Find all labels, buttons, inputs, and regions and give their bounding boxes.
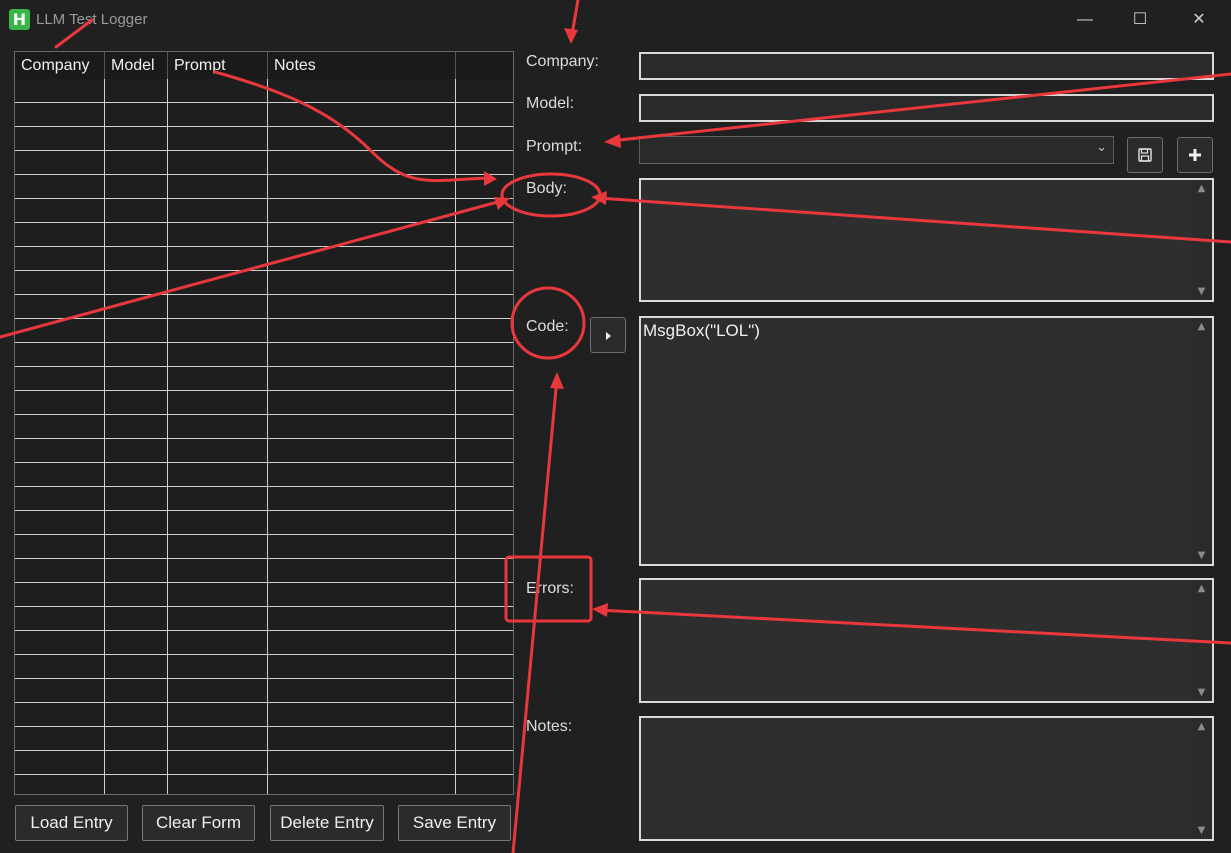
company-input[interactable]: [639, 52, 1214, 80]
table-row[interactable]: [15, 175, 513, 199]
table-row[interactable]: [15, 535, 513, 559]
body-label: Body:: [526, 180, 567, 197]
model-label: Model:: [526, 95, 575, 112]
table-row[interactable]: [15, 415, 513, 439]
notes-scrollbar[interactable]: ▲ ▼: [1191, 718, 1212, 839]
table-row[interactable]: [15, 607, 513, 631]
delete-entry-button[interactable]: Delete Entry: [270, 805, 384, 841]
table-row[interactable]: [15, 559, 513, 583]
code-label: Code:: [526, 318, 569, 335]
table-row[interactable]: [15, 319, 513, 343]
title-bar: H LLM Test Logger — ☐ ✕: [0, 0, 1231, 40]
code-text: MsgBox("LOL"): [643, 321, 760, 340]
maximize-button[interactable]: ☐: [1117, 5, 1163, 35]
save-prompt-button[interactable]: [1127, 137, 1163, 173]
prompt-select[interactable]: ⌄: [639, 136, 1114, 164]
notes-textarea[interactable]: ▲ ▼: [639, 716, 1214, 841]
annotation-arrowhead: [591, 191, 607, 205]
table-row[interactable]: [15, 367, 513, 391]
column-header-prompt[interactable]: Prompt: [168, 52, 268, 79]
chevron-down-icon: ⌄: [1096, 140, 1107, 155]
minimize-button[interactable]: —: [1062, 5, 1108, 35]
notes-label: Notes:: [526, 718, 573, 735]
table-row[interactable]: [15, 199, 513, 223]
column-divider: [167, 79, 168, 794]
table-row[interactable]: [15, 679, 513, 703]
column-divider: [267, 79, 268, 794]
load-entry-button[interactable]: Load Entry: [15, 805, 128, 841]
model-input[interactable]: [639, 94, 1214, 122]
table-row[interactable]: [15, 151, 513, 175]
play-icon: [606, 332, 611, 340]
scroll-down-icon[interactable]: ▼: [1191, 687, 1212, 698]
table-row[interactable]: [15, 391, 513, 415]
annotation-arrowhead: [592, 603, 608, 617]
table-row[interactable]: [15, 631, 513, 655]
table-row[interactable]: [15, 703, 513, 727]
plus-icon: [1189, 149, 1201, 161]
code-scrollbar[interactable]: ▲ ▼: [1191, 318, 1212, 564]
window-title: LLM Test Logger: [36, 11, 148, 28]
table-row[interactable]: [15, 79, 513, 103]
table-row[interactable]: [15, 727, 513, 751]
table-row[interactable]: [15, 583, 513, 607]
save-entry-button[interactable]: Save Entry: [398, 805, 511, 841]
column-divider: [455, 79, 456, 794]
table-row[interactable]: [15, 463, 513, 487]
table-row[interactable]: [15, 127, 513, 151]
scroll-up-icon[interactable]: ▲: [1191, 321, 1212, 332]
column-header-model[interactable]: Model: [105, 52, 168, 79]
list-header: Company Model Prompt Notes: [15, 52, 513, 79]
table-row[interactable]: [15, 343, 513, 367]
floppy-disk-icon: [1138, 148, 1152, 162]
errors-scrollbar[interactable]: ▲ ▼: [1191, 580, 1212, 701]
scroll-up-icon[interactable]: ▲: [1191, 583, 1212, 594]
list-rows: [15, 79, 513, 794]
column-header-company[interactable]: Company: [15, 52, 105, 79]
close-button[interactable]: ✕: [1176, 5, 1222, 35]
table-row[interactable]: [15, 511, 513, 535]
table-row[interactable]: [15, 655, 513, 679]
clear-form-button[interactable]: Clear Form: [142, 805, 255, 841]
column-divider: [104, 79, 105, 794]
annotation-arrowhead: [604, 134, 621, 148]
scroll-down-icon[interactable]: ▼: [1191, 550, 1212, 561]
errors-label: Errors:: [526, 580, 574, 597]
table-row[interactable]: [15, 271, 513, 295]
table-row[interactable]: [15, 247, 513, 271]
annotation-arrow: [511, 376, 559, 853]
annotation-arrowhead: [550, 372, 564, 389]
code-textarea[interactable]: MsgBox("LOL") ▲ ▼: [639, 316, 1214, 566]
body-scrollbar[interactable]: ▲ ▼: [1191, 180, 1212, 300]
app-icon: H: [9, 9, 30, 30]
table-row[interactable]: [15, 103, 513, 127]
scroll-down-icon[interactable]: ▼: [1191, 825, 1212, 836]
column-header-notes[interactable]: Notes: [268, 52, 456, 79]
scroll-down-icon[interactable]: ▼: [1191, 286, 1212, 297]
run-code-button[interactable]: [590, 317, 626, 353]
scroll-up-icon[interactable]: ▲: [1191, 183, 1212, 194]
table-row[interactable]: [15, 295, 513, 319]
table-row[interactable]: [15, 223, 513, 247]
scroll-up-icon[interactable]: ▲: [1191, 721, 1212, 732]
errors-textarea[interactable]: ▲ ▼: [639, 578, 1214, 703]
body-textarea[interactable]: ▲ ▼: [639, 178, 1214, 302]
company-label: Company:: [526, 53, 599, 70]
entries-list[interactable]: Company Model Prompt Notes: [14, 51, 514, 795]
table-row[interactable]: [15, 439, 513, 463]
table-row[interactable]: [15, 751, 513, 775]
add-prompt-button[interactable]: [1177, 137, 1213, 173]
table-row[interactable]: [15, 487, 513, 511]
prompt-label: Prompt:: [526, 138, 583, 155]
